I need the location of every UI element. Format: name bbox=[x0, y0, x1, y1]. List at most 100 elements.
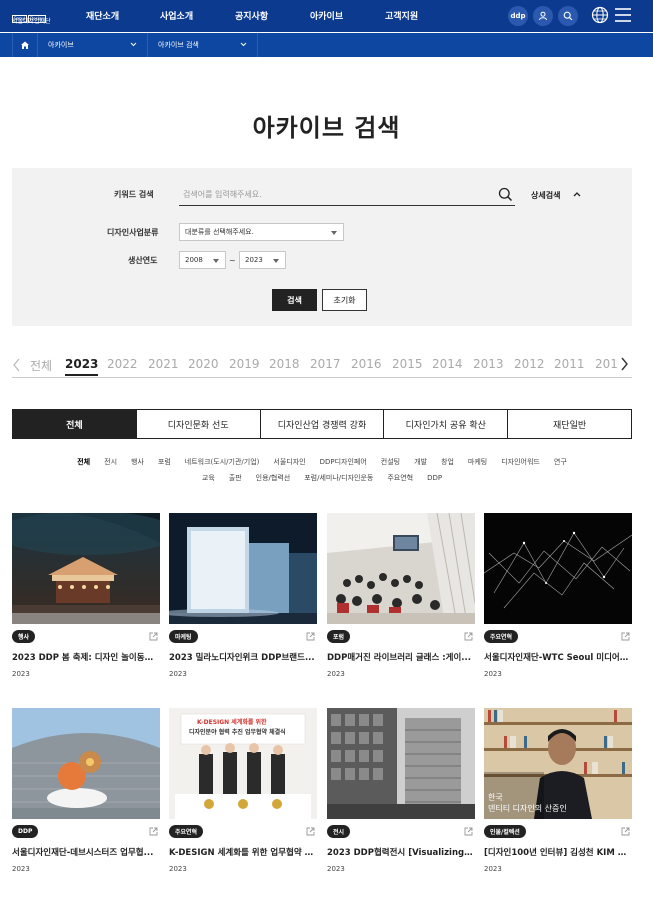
year-tab-2018[interactable]: 2018 bbox=[269, 357, 300, 371]
year-tab-2017[interactable]: 2017 bbox=[310, 357, 341, 371]
thumbnail-caption-line1: 한국 bbox=[488, 793, 503, 802]
filter-item[interactable]: 마케팅 bbox=[468, 454, 487, 470]
home-icon[interactable] bbox=[12, 33, 38, 57]
search-button[interactable]: 검색 bbox=[272, 289, 317, 311]
card-title[interactable]: 2023 밀라노디자인위크 DDP브랜드... bbox=[169, 651, 317, 663]
keyword-search-input[interactable] bbox=[179, 184, 515, 206]
card-title[interactable]: 서울디자인재단-WTC Seoul 미디어아... bbox=[484, 651, 632, 663]
share-icon[interactable] bbox=[306, 632, 315, 641]
card-title[interactable]: [디자인100년 인터뷰] 김성천 KIM Su... bbox=[484, 846, 632, 858]
share-icon[interactable] bbox=[149, 827, 158, 836]
share-icon[interactable] bbox=[464, 827, 473, 836]
filter-item[interactable]: DDP bbox=[427, 470, 442, 486]
filter-item[interactable]: 개발 bbox=[414, 454, 427, 470]
card-title[interactable]: K-DESIGN 세계화를 위한 업무협약 체결 bbox=[169, 846, 317, 858]
year-tab-2013[interactable]: 2013 bbox=[473, 357, 504, 371]
filter-item[interactable]: 인용/협력선 bbox=[256, 470, 291, 486]
share-icon[interactable] bbox=[464, 632, 473, 641]
card-thumbnail[interactable]: 한국 덴티티 디자인의 산증인 bbox=[484, 708, 632, 819]
year-tab-2015[interactable]: 2015 bbox=[392, 357, 423, 371]
share-icon[interactable] bbox=[149, 632, 158, 641]
category-tab-general[interactable]: 재단일반 bbox=[508, 410, 631, 438]
archive-card[interactable]: DDP 서울디자인재단-데브시스터즈 업무협... 2023 bbox=[12, 708, 160, 873]
search-submit-icon[interactable] bbox=[498, 187, 513, 206]
archive-card[interactable]: 행사 2023 DDP 봄 축제: 디자인 놀이동산(... 2023 bbox=[12, 513, 160, 678]
breadcrumb-level2[interactable]: 아카이브 검색 bbox=[148, 33, 258, 57]
breadcrumb-level1[interactable]: 아카이브 bbox=[38, 33, 148, 57]
site-logo[interactable]: Seoul Design 서울디자인재단 bbox=[12, 5, 51, 27]
year-to-select[interactable]: 2023 bbox=[239, 251, 286, 269]
share-icon[interactable] bbox=[621, 632, 630, 641]
filter-item[interactable]: 연구 bbox=[554, 454, 567, 470]
chevron-down-icon bbox=[130, 42, 137, 47]
chevron-left-icon[interactable] bbox=[12, 358, 21, 372]
filter-item[interactable]: 디자인어워드 bbox=[501, 454, 540, 470]
year-tab-2014[interactable]: 2014 bbox=[432, 357, 463, 371]
advanced-search-toggle[interactable]: 상세검색 bbox=[531, 190, 560, 201]
chevron-up-icon[interactable] bbox=[573, 191, 581, 197]
card-thumbnail[interactable]: K-DESIGN 세계화를 위한 디자인분야 협력 추진 업무협약 체결식 bbox=[169, 708, 317, 819]
card-thumbnail[interactable] bbox=[484, 513, 632, 624]
category-tab-all[interactable]: 전체 bbox=[13, 410, 137, 438]
archive-card[interactable]: 마케팅 2023 밀라노디자인위크 DDP브랜드... 2023 bbox=[169, 513, 317, 678]
year-tab-2016[interactable]: 2016 bbox=[351, 357, 382, 371]
archive-card[interactable]: 포럼 DDP매거진 라이브러리 글래스 :게이... 2023 bbox=[327, 513, 475, 678]
language-globe-icon[interactable] bbox=[591, 6, 609, 28]
filter-item[interactable]: 행사 bbox=[131, 454, 144, 470]
filter-item[interactable]: 주요연혁 bbox=[387, 470, 413, 486]
card-thumbnail[interactable] bbox=[12, 708, 160, 819]
card-title[interactable]: DDP매거진 라이브러리 글래스 :게이... bbox=[327, 651, 475, 663]
ddp-button[interactable]: ddp bbox=[508, 6, 528, 26]
card-thumbnail[interactable] bbox=[327, 513, 475, 624]
card-title[interactable]: 서울디자인재단-데브시스터즈 업무협... bbox=[12, 846, 160, 858]
reset-button[interactable]: 초기화 bbox=[322, 289, 367, 311]
year-tab-2020[interactable]: 2020 bbox=[188, 357, 219, 371]
archive-card[interactable]: K-DESIGN 세계화를 위한 디자인분야 협력 추진 업무협약 체결식 주요… bbox=[169, 708, 317, 873]
year-tab-2010[interactable]: 2010 bbox=[595, 357, 618, 371]
user-icon[interactable] bbox=[533, 6, 553, 26]
filter-item[interactable]: 서울디자인 bbox=[273, 454, 305, 470]
year-tab-2021[interactable]: 2021 bbox=[148, 357, 179, 371]
filter-item[interactable]: 네트워크(도시/기관/기업) bbox=[185, 454, 260, 470]
menu-item-support[interactable]: 고객지원 bbox=[385, 9, 418, 22]
card-thumbnail[interactable] bbox=[327, 708, 475, 819]
category-tab-value[interactable]: 디자인가치 공유 확산 bbox=[384, 410, 509, 438]
card-title[interactable]: 2023 DDP 봄 축제: 디자인 놀이동산(... bbox=[12, 651, 160, 663]
year-tab-2022[interactable]: 2022 bbox=[107, 357, 138, 371]
menu-item-notice[interactable]: 공지사항 bbox=[235, 9, 268, 22]
menu-item-about[interactable]: 재단소개 bbox=[86, 9, 119, 22]
card-year: 2023 bbox=[484, 670, 502, 678]
archive-card[interactable]: 전시 2023 DDP협력전시 [Visualizing th... 2023 bbox=[327, 708, 475, 873]
year-tab-2023[interactable]: 2023 bbox=[65, 357, 99, 376]
chevron-right-icon[interactable] bbox=[620, 357, 629, 371]
category-select[interactable]: 대분류를 선택해주세요. bbox=[179, 223, 344, 241]
year-tab-2011[interactable]: 2011 bbox=[554, 357, 585, 371]
filter-item[interactable]: DDP디자인페어 bbox=[320, 454, 367, 470]
year-from-select[interactable]: 2008 bbox=[179, 251, 226, 269]
card-thumbnail[interactable] bbox=[169, 513, 317, 624]
category-tab-culture[interactable]: 디자인문화 선도 bbox=[137, 410, 261, 438]
year-tab-2012[interactable]: 2012 bbox=[514, 357, 545, 371]
filter-item[interactable]: 창업 bbox=[441, 454, 454, 470]
archive-card[interactable]: 한국 덴티티 디자인의 산증인 인물/컬렉션 [디자인100년 인터뷰] 김성천… bbox=[484, 708, 632, 873]
share-icon[interactable] bbox=[306, 827, 315, 836]
category-tab-industry[interactable]: 디자인산업 경쟁력 강화 bbox=[261, 410, 385, 438]
filter-item[interactable]: 포럼/세미나/디자인운동 bbox=[304, 470, 373, 486]
share-icon[interactable] bbox=[621, 827, 630, 836]
hamburger-menu-icon[interactable] bbox=[614, 7, 632, 27]
filter-item[interactable]: 전체 bbox=[77, 454, 90, 470]
card-thumbnail[interactable] bbox=[12, 513, 160, 624]
filter-item[interactable]: 컨설팅 bbox=[381, 454, 400, 470]
year-tab-2019[interactable]: 2019 bbox=[229, 357, 260, 371]
search-icon[interactable] bbox=[558, 6, 578, 26]
filter-item[interactable]: 포럼 bbox=[158, 454, 171, 470]
menu-item-business[interactable]: 사업소개 bbox=[160, 9, 193, 22]
year-tab-all[interactable]: 전체 bbox=[30, 357, 52, 374]
archive-card[interactable]: 주요연혁 서울디자인재단-WTC Seoul 미디어아... 2023 bbox=[484, 513, 632, 678]
menu-item-archive[interactable]: 아카이브 bbox=[310, 9, 343, 22]
filter-item[interactable]: 교육 bbox=[202, 470, 215, 486]
year-range-separator: ~ bbox=[229, 256, 236, 265]
card-title[interactable]: 2023 DDP협력전시 [Visualizing th... bbox=[327, 846, 475, 858]
filter-item[interactable]: 전시 bbox=[104, 454, 117, 470]
filter-item[interactable]: 출판 bbox=[229, 470, 242, 486]
